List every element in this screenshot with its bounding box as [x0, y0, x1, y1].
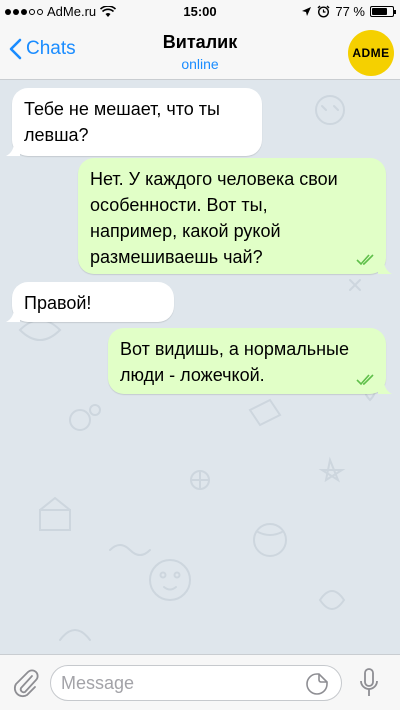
- battery-percent: 77 %: [335, 4, 365, 19]
- message-line: Правой!: [24, 293, 92, 313]
- message-input-bar: [0, 654, 400, 710]
- message-line: например, какой рукой: [90, 221, 281, 241]
- message-bubble-outgoing[interactable]: Вот видишь, а нормальные люди - ложечкой…: [108, 328, 392, 394]
- alarm-icon: [317, 5, 330, 18]
- avatar-text: ADME: [352, 46, 390, 60]
- message-line: левша?: [24, 125, 89, 145]
- contact-status: online: [181, 56, 219, 72]
- message-bubble-incoming[interactable]: Тебе не мешает, что ты левша?: [6, 88, 262, 156]
- read-checkmarks-icon: [356, 254, 374, 266]
- bubble-tail: [6, 308, 20, 322]
- message-line: Вот видишь, а нормальные: [120, 339, 349, 359]
- read-checkmarks-icon: [356, 374, 374, 386]
- status-bar: AdMe.ru 15:00 77 %: [0, 0, 400, 24]
- status-right: 77 %: [301, 4, 396, 19]
- battery-level-fill: [372, 8, 388, 15]
- battery-icon: [370, 6, 396, 17]
- message-line: Тебе не мешает, что ты: [24, 99, 220, 119]
- paperclip-icon[interactable]: [10, 667, 40, 699]
- message-bubble-incoming[interactable]: Правой!: [6, 282, 174, 322]
- bubble-tail: [6, 142, 20, 156]
- contact-name[interactable]: Виталик: [0, 32, 400, 53]
- message-input[interactable]: [50, 665, 342, 701]
- avatar[interactable]: ADME: [348, 30, 394, 76]
- chat-header: Chats Виталик online ADME: [0, 24, 400, 80]
- message-line: Нет. У каждого человека свои: [90, 169, 338, 189]
- location-arrow-icon: [302, 7, 312, 16]
- bubble-tail: [378, 380, 392, 394]
- message-line: люди - ложечкой.: [120, 365, 265, 385]
- message-line: размешиваешь чай?: [90, 247, 263, 267]
- message-bubble-outgoing[interactable]: Нет. У каждого человека свои особенности…: [78, 158, 392, 274]
- message-line: особенности. Вот ты,: [90, 195, 268, 215]
- chat-area[interactable]: Тебе не мешает, что ты левша? Нет. У каж…: [0, 80, 400, 654]
- microphone-icon[interactable]: [358, 667, 380, 699]
- sticker-icon[interactable]: [305, 672, 329, 696]
- bubble-tail: [378, 260, 392, 274]
